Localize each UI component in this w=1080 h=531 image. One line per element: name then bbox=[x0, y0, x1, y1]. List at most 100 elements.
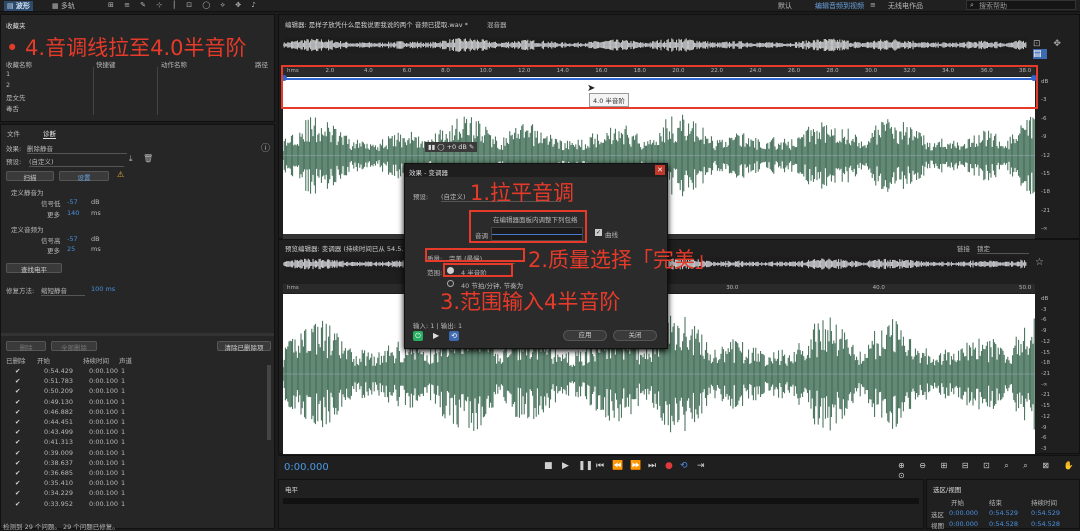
skip-selection-icon[interactable]: ⇥ bbox=[697, 461, 705, 471]
forward-icon[interactable]: ⏩ bbox=[630, 461, 641, 471]
table-row[interactable]: ✔ 0:54.429 0:00.100 1 bbox=[1, 366, 271, 376]
overview-waveform[interactable] bbox=[283, 37, 1027, 53]
skip-back-icon[interactable]: ⏮ bbox=[596, 461, 604, 471]
favorites-col-path[interactable]: 路径 bbox=[255, 59, 268, 69]
list-item[interactable]: 毒舌 bbox=[6, 103, 19, 113]
effect-select[interactable]: 删除静音 bbox=[27, 143, 127, 154]
list-item[interactable]: 是文先 bbox=[6, 92, 26, 102]
table-row[interactable]: ✔ 0:49.130 0:00.100 1 bbox=[1, 397, 271, 407]
loop-icon[interactable]: ⟲ bbox=[449, 331, 459, 341]
deleted-check-icon[interactable]: ✔ bbox=[15, 438, 20, 446]
play-icon[interactable]: ▶ bbox=[433, 331, 439, 340]
deleted-check-icon[interactable]: ✔ bbox=[15, 418, 20, 426]
deleted-check-icon[interactable]: ✔ bbox=[15, 367, 20, 375]
table-row[interactable]: ✔ 0:36.685 0:00.100 1 bbox=[1, 468, 271, 478]
table-row[interactable]: ✔ 0:35.410 0:00.100 1 bbox=[1, 478, 271, 488]
deleted-check-icon[interactable]: ✔ bbox=[15, 387, 20, 395]
delete-preset-icon[interactable]: 🗑 bbox=[143, 154, 153, 163]
play-button[interactable]: ▶ bbox=[562, 461, 569, 471]
col-deleted[interactable]: 已删除 bbox=[6, 355, 26, 365]
deleted-check-icon[interactable]: ✔ bbox=[15, 459, 20, 467]
power-toggle[interactable]: ⏻ bbox=[413, 331, 423, 341]
col-start[interactable]: 开始 bbox=[37, 355, 50, 365]
save-preset-icon[interactable]: ⤓ bbox=[129, 154, 133, 164]
list-item[interactable]: 2 bbox=[6, 81, 10, 89]
table-row[interactable]: ✔ 0:50.209 0:00.100 1 bbox=[1, 386, 271, 396]
col-channel[interactable]: 声道 bbox=[119, 355, 132, 365]
tool-icons[interactable]: ⊞ ≡ ✎ ⊹ ⎮ ⊡ ◯ ⟡ ✥ ♪ bbox=[108, 1, 260, 10]
row-start: 0:41.313 bbox=[44, 438, 74, 447]
search-field[interactable]: ⌕ 搜索帮助 bbox=[966, 0, 1076, 10]
sel-end[interactable]: 0:54.529 bbox=[989, 509, 1018, 517]
deleted-check-icon[interactable]: ✔ bbox=[15, 489, 20, 497]
waveform-view-button[interactable]: ▤ 波形 bbox=[4, 1, 33, 11]
table-row[interactable]: ✔ 0:38.637 0:00.100 1 bbox=[1, 458, 271, 468]
mixer-tab[interactable]: 混音器 bbox=[487, 19, 507, 29]
find-level-button[interactable]: 查找电平 bbox=[6, 263, 62, 274]
loop-playback-icon[interactable]: ⟲ bbox=[680, 461, 688, 471]
rewind-icon[interactable]: ⏪ bbox=[612, 461, 623, 471]
table-row[interactable]: ✔ 0:44.451 0:00.100 1 bbox=[1, 417, 271, 427]
deleted-check-icon[interactable]: ✔ bbox=[15, 377, 20, 385]
signal-value[interactable]: -57 bbox=[67, 198, 78, 206]
settings-tab[interactable]: 设置 bbox=[59, 171, 109, 182]
sel-duration[interactable]: 0:54.529 bbox=[1031, 509, 1060, 517]
table-row[interactable]: ✔ 0:43.499 0:00.100 1 bbox=[1, 427, 271, 437]
deleted-check-icon[interactable]: ✔ bbox=[15, 500, 20, 508]
deleted-check-icon[interactable]: ✔ bbox=[15, 479, 20, 487]
delete-button[interactable]: 删除 bbox=[6, 341, 46, 352]
tab-diagnostics[interactable]: 诊断 bbox=[43, 128, 56, 139]
delete-all-button[interactable]: 全部删除 bbox=[51, 341, 97, 352]
workspace-default[interactable]: 默认 bbox=[778, 1, 792, 11]
multitrack-view-button[interactable]: ▦ 多轨 bbox=[52, 1, 75, 11]
table-row[interactable]: ✔ 0:41.313 0:00.100 1 bbox=[1, 437, 271, 447]
menu-icon[interactable]: ≡ bbox=[870, 1, 876, 9]
close-icon[interactable]: ✕ bbox=[655, 165, 665, 175]
pause-icon[interactable]: ❚❚ bbox=[578, 461, 593, 471]
table-row[interactable]: ✔ 0:46.882 0:00.100 1 bbox=[1, 407, 271, 417]
more-value[interactable]: 140 bbox=[67, 209, 79, 217]
deleted-check-icon[interactable]: ✔ bbox=[15, 408, 20, 416]
table-row[interactable]: ✔ 0:33.952 0:00.100 1 bbox=[1, 499, 271, 509]
deleted-check-icon[interactable]: ✔ bbox=[15, 428, 20, 436]
workspace-radio[interactable]: 无线电作品 bbox=[888, 1, 923, 11]
record-icon[interactable]: ● bbox=[665, 461, 673, 471]
workspace-video[interactable]: 编辑音频到视频 bbox=[815, 1, 864, 11]
table-row[interactable]: ✔ 0:39.009 0:00.100 1 bbox=[1, 448, 271, 458]
star-icon[interactable]: ☆ bbox=[1035, 257, 1044, 268]
signal-high-value[interactable]: -57 bbox=[67, 235, 78, 243]
more2-value[interactable]: 25 bbox=[67, 245, 75, 253]
list-item[interactable]: 1 bbox=[6, 70, 10, 78]
zoom-tools[interactable]: ⊕ ⊖ ⊞ ⊟ ⊡ ⌕ ⌕ ⊠ ✋ ⊙ bbox=[898, 461, 1080, 480]
deleted-check-icon[interactable]: ✔ bbox=[15, 469, 20, 477]
zoom-select[interactable]: 锁定 bbox=[977, 243, 1029, 254]
col-duration[interactable]: 持续时间 bbox=[83, 355, 109, 365]
view-duration[interactable]: 0:54.528 bbox=[1031, 520, 1060, 528]
sel-start[interactable]: 0:00.000 bbox=[949, 509, 978, 517]
apply-button[interactable]: 应用 bbox=[563, 330, 607, 341]
editor-tab[interactable]: 编辑器: 是样子放凭什么是我说要我说的两个 音频已提取.wav * bbox=[285, 19, 468, 29]
db-tick-label: -6 bbox=[1041, 115, 1047, 122]
close-button[interactable]: 关闭 bbox=[613, 330, 657, 341]
fix-select[interactable]: 缩短静音 bbox=[41, 285, 85, 296]
preset-select[interactable]: (自定义) bbox=[29, 156, 124, 167]
deleted-check-icon[interactable]: ✔ bbox=[15, 398, 20, 406]
info-icon[interactable]: ⓘ bbox=[261, 141, 270, 154]
fix-ms[interactable]: 100 ms bbox=[91, 285, 115, 293]
skip-end-icon[interactable]: ⏭ bbox=[648, 461, 656, 471]
zoom-icons[interactable]: ⊡ ✥ ▤ bbox=[1033, 39, 1079, 59]
tab-file[interactable]: 文件 bbox=[7, 128, 20, 138]
hud-gain[interactable]: ▮▮ ◯ +0 dB ✎ bbox=[425, 142, 478, 152]
view-end[interactable]: 0:54.528 bbox=[989, 520, 1018, 528]
stop-icon[interactable]: ■ bbox=[544, 461, 553, 471]
scrollbar[interactable] bbox=[267, 365, 271, 440]
dialog-titlebar[interactable]: 效果 - 变调器 ✕ bbox=[405, 164, 667, 177]
curve-checkbox[interactable]: ✓ bbox=[595, 229, 602, 236]
deleted-check-icon[interactable]: ✔ bbox=[15, 449, 20, 457]
table-row[interactable]: ✔ 0:51.783 0:00.100 1 bbox=[1, 376, 271, 386]
clear-deleted-button[interactable]: 清除已删除项 bbox=[217, 341, 271, 352]
scan-button[interactable]: 扫描 bbox=[6, 171, 54, 182]
table-row[interactable]: ✔ 0:34.229 0:00.100 1 bbox=[1, 488, 271, 498]
timecode[interactable]: 0:00.000 bbox=[284, 462, 329, 473]
view-start[interactable]: 0:00.000 bbox=[949, 520, 978, 528]
